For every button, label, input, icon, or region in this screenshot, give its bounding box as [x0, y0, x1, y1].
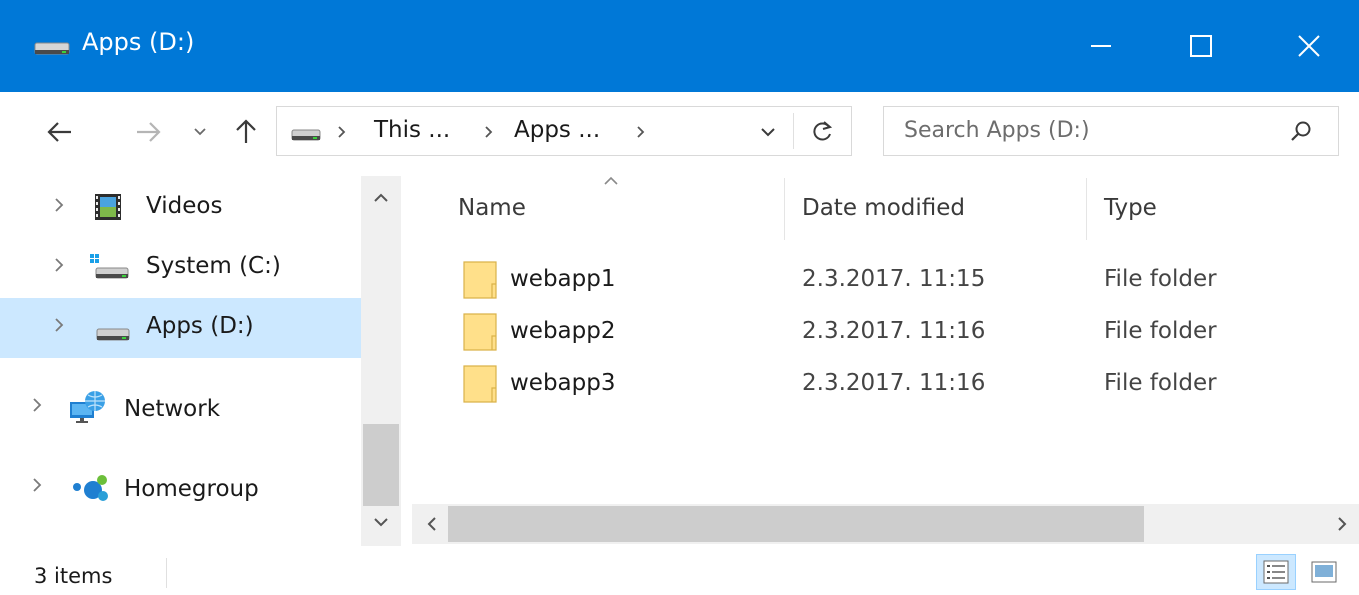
- large-icons-view-icon: [1311, 561, 1337, 583]
- nav-item-apps-d[interactable]: Apps (D:): [0, 298, 361, 358]
- arrow-left-icon: [47, 121, 73, 143]
- file-type: File folder: [1104, 266, 1217, 292]
- file-name: webapp1: [510, 266, 616, 292]
- item-count: 3 items: [34, 564, 113, 588]
- nav-item-label: Homegroup: [124, 476, 259, 502]
- close-button[interactable]: [1259, 0, 1359, 92]
- scrollbar-thumb[interactable]: [448, 506, 1144, 542]
- sort-ascending-icon: [603, 176, 619, 186]
- address-history-chevron-icon[interactable]: [759, 125, 777, 139]
- homegroup-icon: [68, 472, 112, 502]
- search-box[interactable]: Search Apps (D:): [883, 106, 1339, 156]
- nav-pane-scrollbar[interactable]: [361, 176, 401, 546]
- file-type: File folder: [1104, 370, 1217, 396]
- file-date-modified: 2.3.2017. 11:16: [802, 318, 986, 344]
- column-divider[interactable]: [784, 178, 785, 240]
- up-button[interactable]: [226, 112, 266, 152]
- column-header-name[interactable]: Name: [458, 195, 526, 221]
- address-divider: [793, 113, 794, 149]
- details-view-button[interactable]: [1256, 554, 1296, 590]
- breadcrumb-separator-icon: [337, 125, 347, 139]
- title-bar[interactable]: Apps (D:): [0, 0, 1359, 92]
- system-drive-icon: [88, 252, 130, 282]
- file-row[interactable]: webapp1 2.3.2017. 11:15 File folder: [412, 254, 1359, 306]
- breadcrumb-separator-icon: [484, 125, 494, 139]
- large-icons-view-button[interactable]: [1304, 554, 1344, 590]
- file-date-modified: 2.3.2017. 11:16: [802, 370, 986, 396]
- chevron-right-icon[interactable]: [53, 196, 65, 214]
- column-divider[interactable]: [1086, 178, 1087, 240]
- file-name: webapp3: [510, 370, 616, 396]
- file-row[interactable]: webapp3 2.3.2017. 11:16 File folder: [412, 358, 1359, 410]
- arrow-right-icon: [135, 121, 161, 143]
- breadcrumb-separator-icon: [636, 125, 646, 139]
- chevron-right-icon[interactable]: [53, 256, 65, 274]
- close-icon: [1298, 35, 1320, 57]
- file-row[interactable]: webapp2 2.3.2017. 11:16 File folder: [412, 306, 1359, 358]
- recent-locations-button[interactable]: [186, 112, 214, 152]
- back-button[interactable]: [40, 112, 80, 152]
- file-list-horizontal-scrollbar[interactable]: [412, 504, 1359, 544]
- scroll-up-icon[interactable]: [373, 192, 389, 204]
- videos-folder-icon: [94, 193, 122, 221]
- chevron-right-icon[interactable]: [31, 476, 43, 494]
- nav-item-label: System (C:): [146, 253, 281, 279]
- chevron-down-icon: [193, 127, 207, 137]
- network-icon: [68, 388, 108, 424]
- maximize-button[interactable]: [1151, 0, 1251, 92]
- refresh-icon[interactable]: [811, 119, 835, 143]
- breadcrumb-item[interactable]: This ...: [374, 117, 450, 143]
- address-bar[interactable]: This ... Apps ...: [276, 106, 852, 156]
- chevron-right-icon[interactable]: [53, 316, 65, 334]
- breadcrumb-item[interactable]: Apps ...: [514, 117, 600, 143]
- file-date-modified: 2.3.2017. 11:15: [802, 266, 986, 292]
- nav-item-videos[interactable]: Videos: [0, 178, 361, 238]
- nav-item-homegroup[interactable]: Homegroup: [0, 458, 361, 518]
- search-input[interactable]: Search Apps (D:): [904, 118, 1090, 143]
- folder-icon: [462, 260, 498, 300]
- search-icon[interactable]: [1290, 120, 1312, 142]
- nav-item-label: Videos: [146, 193, 223, 219]
- forward-button[interactable]: [128, 112, 168, 152]
- scrollbar-thumb[interactable]: [363, 424, 399, 506]
- scroll-right-icon[interactable]: [1336, 516, 1348, 532]
- scroll-down-icon[interactable]: [373, 516, 389, 528]
- minimize-button[interactable]: [1051, 0, 1151, 92]
- nav-item-network[interactable]: Network: [0, 378, 361, 438]
- nav-item-label: Apps (D:): [146, 313, 254, 339]
- file-type: File folder: [1104, 318, 1217, 344]
- folder-icon: [462, 364, 498, 404]
- maximize-icon: [1190, 35, 1212, 57]
- minimize-icon: [1090, 35, 1112, 57]
- file-name: webapp2: [510, 318, 616, 344]
- drive-icon: [34, 38, 70, 56]
- arrow-up-icon: [235, 119, 257, 145]
- details-view-icon: [1263, 560, 1289, 584]
- scroll-left-icon[interactable]: [426, 516, 438, 532]
- nav-item-label: Network: [124, 396, 221, 422]
- drive-icon: [96, 324, 130, 342]
- status-divider: [166, 558, 167, 588]
- chevron-right-icon[interactable]: [31, 396, 43, 414]
- folder-icon: [462, 312, 498, 352]
- window-title: Apps (D:): [82, 28, 195, 56]
- status-bar: [0, 546, 1359, 595]
- nav-item-system-c[interactable]: System (C:): [0, 238, 361, 298]
- column-header-type[interactable]: Type: [1104, 195, 1157, 221]
- drive-icon: [291, 126, 321, 142]
- column-header-date-modified[interactable]: Date modified: [802, 195, 965, 221]
